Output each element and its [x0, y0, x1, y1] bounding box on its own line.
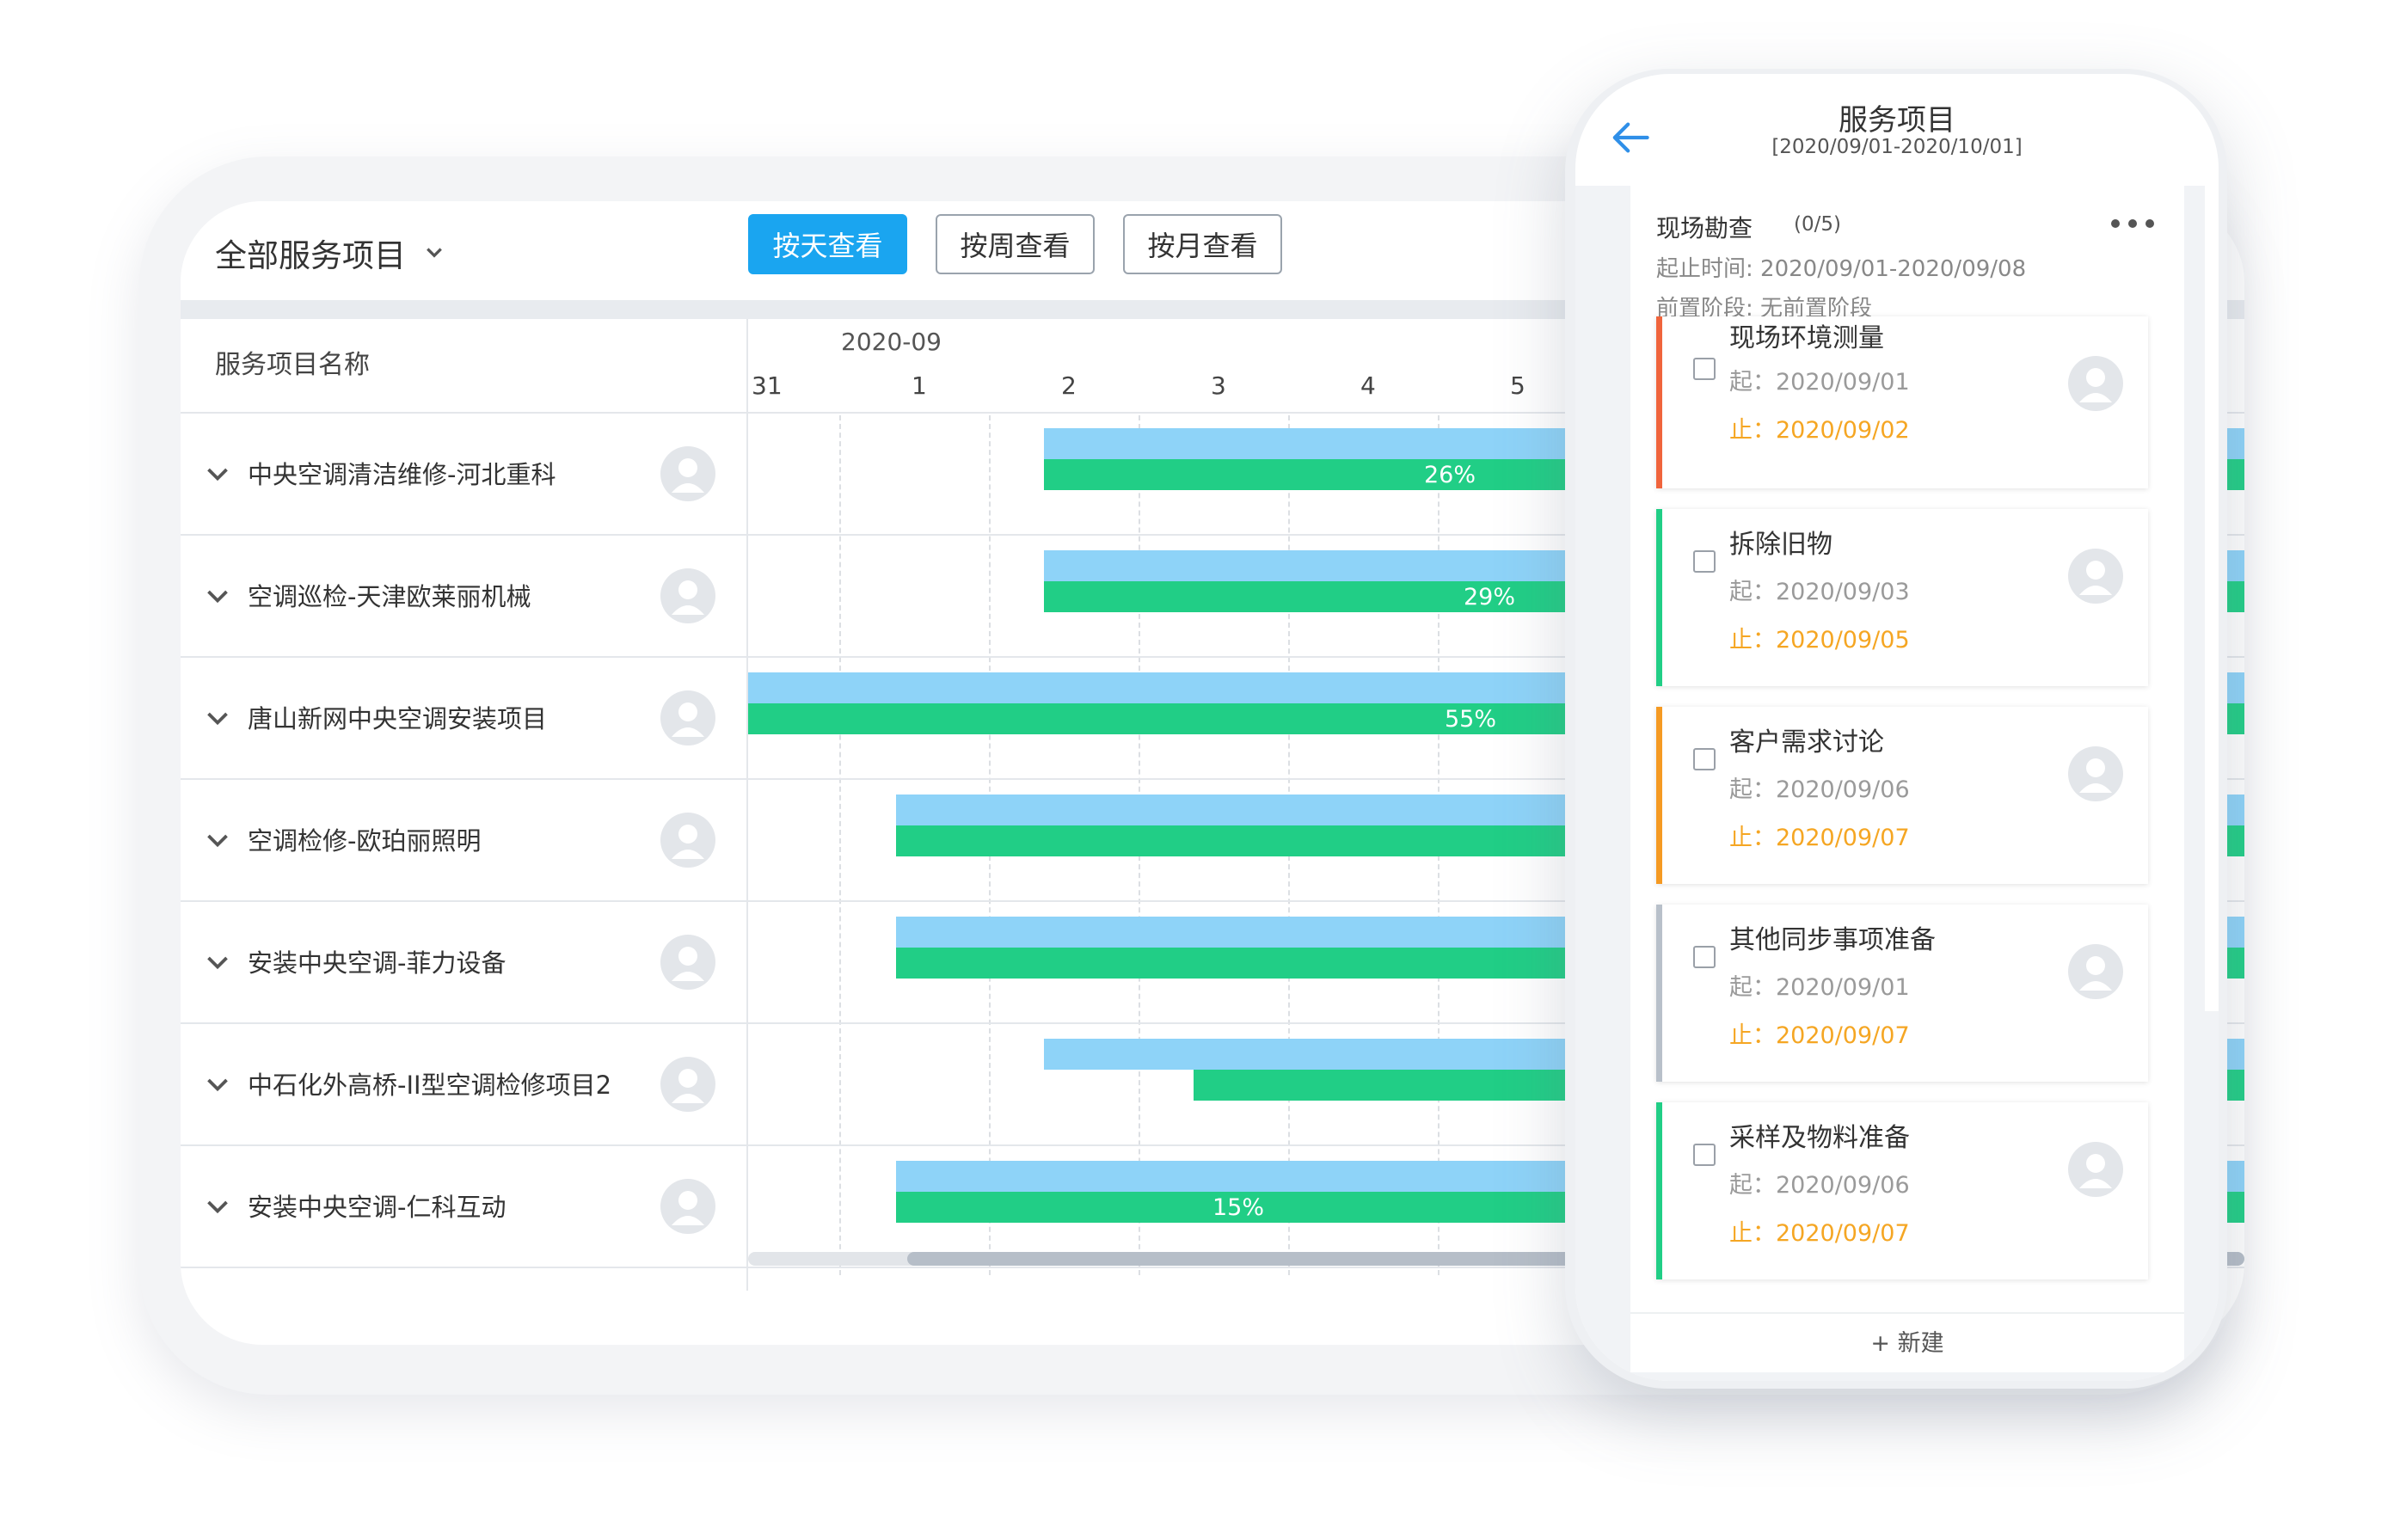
end-label: 止： [1729, 825, 1776, 851]
month-label: 2020-09 [841, 328, 942, 356]
task-start-date: 2020/09/03 [1776, 579, 1910, 605]
project-name: 安装中央空调-仁科互动 [248, 1193, 506, 1222]
more-options-icon[interactable] [2109, 217, 2157, 230]
avatar-icon [2068, 356, 2123, 411]
task-name: 拆除旧物 [1729, 530, 1832, 560]
task-name: 现场环境测量 [1729, 323, 1884, 353]
task-end-date: 2020/09/02 [1776, 417, 1910, 444]
column-separator [746, 319, 748, 1291]
task-end-date: 2020/09/05 [1776, 627, 1910, 653]
phone-screen: 服务项目 [2020/09/01-2020/10/01] 现场勘查 (0/5) … [1575, 74, 2219, 1381]
avatar-icon [2068, 944, 2123, 999]
end-label: 止： [1729, 417, 1776, 444]
task-checkbox[interactable] [1693, 1144, 1716, 1166]
project-filter-label: 全部服务项目 [215, 237, 406, 274]
avatar-icon [660, 446, 715, 501]
task-checkbox[interactable] [1693, 358, 1716, 380]
avatar-icon [660, 568, 715, 623]
view-by-day-button[interactable]: 按天查看 [748, 214, 907, 274]
start-label: 起： [1729, 369, 1776, 396]
stage-progress-count: (0/5) [1794, 213, 1841, 236]
chevron-down-icon[interactable] [205, 584, 230, 610]
task-name: 采样及物料准备 [1729, 1123, 1910, 1153]
task-end-date: 2020/09/07 [1776, 825, 1910, 851]
chevron-down-icon[interactable] [205, 828, 230, 854]
avatar-icon [2068, 746, 2123, 801]
phone-content: 现场勘查 (0/5) 起止时间: 2020/09/01-2020/09/08 前… [1575, 186, 2219, 1381]
task-start-date: 2020/09/06 [1776, 776, 1910, 803]
task-card[interactable]: 采样及物料准备 起：2020/09/06 止：2020/09/07 [1656, 1102, 2148, 1279]
avatar-icon [660, 690, 715, 745]
stage-period: 起止时间: 2020/09/01-2020/09/08 [1656, 256, 2027, 282]
task-checkbox[interactable] [1693, 946, 1716, 968]
day-label: 2 [1061, 371, 1077, 400]
project-name: 中央空调清洁维修-河北重科 [248, 460, 556, 489]
date-range: [2020/09/01-2020/10/01] [1771, 136, 2023, 158]
task-start-date: 2020/09/06 [1776, 1172, 1910, 1199]
view-by-month-button[interactable]: 按月查看 [1123, 214, 1282, 274]
task-name: 其他同步事项准备 [1729, 925, 1936, 955]
view-by-week-button[interactable]: 按周查看 [936, 214, 1095, 274]
stage-card: 现场勘查 (0/5) 起止时间: 2020/09/01-2020/09/08 前… [1630, 186, 2184, 1372]
project-filter-dropdown[interactable]: 全部服务项目 [215, 227, 444, 279]
stage-name: 现场勘查 [1656, 214, 1753, 242]
start-label: 起： [1729, 776, 1776, 803]
next-stage-card-edge [2205, 186, 2219, 1011]
avatar-icon [2068, 1142, 2123, 1197]
chevron-down-icon[interactable] [205, 950, 230, 976]
page-title: 服务项目 [1839, 103, 1955, 138]
avatar-icon [660, 813, 715, 868]
avatar-icon [660, 1057, 715, 1112]
project-name: 安装中央空调-菲力设备 [248, 948, 506, 978]
progress-label: 29% [1464, 584, 1516, 610]
day-label: 4 [1360, 371, 1376, 400]
avatar-icon [2068, 549, 2123, 604]
task-card[interactable]: 客户需求讨论 起：2020/09/06 止：2020/09/07 [1656, 707, 2148, 884]
progress-label: 26% [1424, 462, 1476, 488]
task-checkbox[interactable] [1693, 550, 1716, 573]
column-title: 服务项目名称 [215, 350, 370, 380]
day-label: 5 [1510, 371, 1525, 400]
start-label: 起： [1729, 579, 1776, 605]
task-end-date: 2020/09/07 [1776, 1022, 1910, 1049]
end-label: 止： [1729, 1022, 1776, 1049]
project-name: 空调检修-欧珀丽照明 [248, 826, 482, 856]
task-name: 客户需求讨论 [1729, 727, 1884, 758]
task-start-date: 2020/09/01 [1776, 974, 1910, 1001]
project-name: 空调巡检-天津欧莱丽机械 [248, 582, 531, 611]
day-label: 1 [912, 371, 927, 400]
avatar-icon [660, 935, 715, 990]
day-label: 3 [1211, 371, 1226, 400]
chevron-down-icon[interactable] [205, 1194, 230, 1220]
day-label: 31 [752, 371, 783, 400]
start-label: 起： [1729, 974, 1776, 1001]
progress-label: 15% [1212, 1194, 1265, 1221]
chevron-down-icon[interactable] [205, 706, 230, 732]
task-card[interactable]: 其他同步事项准备 起：2020/09/01 止：2020/09/07 [1656, 905, 2148, 1082]
task-start-date: 2020/09/01 [1776, 369, 1910, 396]
chevron-down-icon [427, 248, 442, 258]
task-checkbox[interactable] [1693, 748, 1716, 770]
end-label: 止： [1729, 627, 1776, 653]
end-label: 止： [1729, 1220, 1776, 1247]
task-card[interactable]: 拆除旧物 起：2020/09/03 止：2020/09/05 [1656, 509, 2148, 686]
avatar-icon [660, 1179, 715, 1234]
chevron-down-icon[interactable] [205, 462, 230, 488]
task-end-date: 2020/09/07 [1776, 1220, 1910, 1247]
task-card[interactable]: 现场环境测量 起：2020/09/01 止：2020/09/02 [1656, 316, 2148, 488]
start-label: 起： [1729, 1172, 1776, 1199]
chevron-down-icon[interactable] [205, 1072, 230, 1098]
project-name: 中石化外高桥-II型空调检修项目2 [248, 1071, 612, 1100]
new-task-button[interactable]: + 新建 [1630, 1312, 2184, 1374]
project-name: 唐山新网中央空调安装项目 [248, 704, 548, 733]
progress-label: 55% [1445, 706, 1497, 733]
